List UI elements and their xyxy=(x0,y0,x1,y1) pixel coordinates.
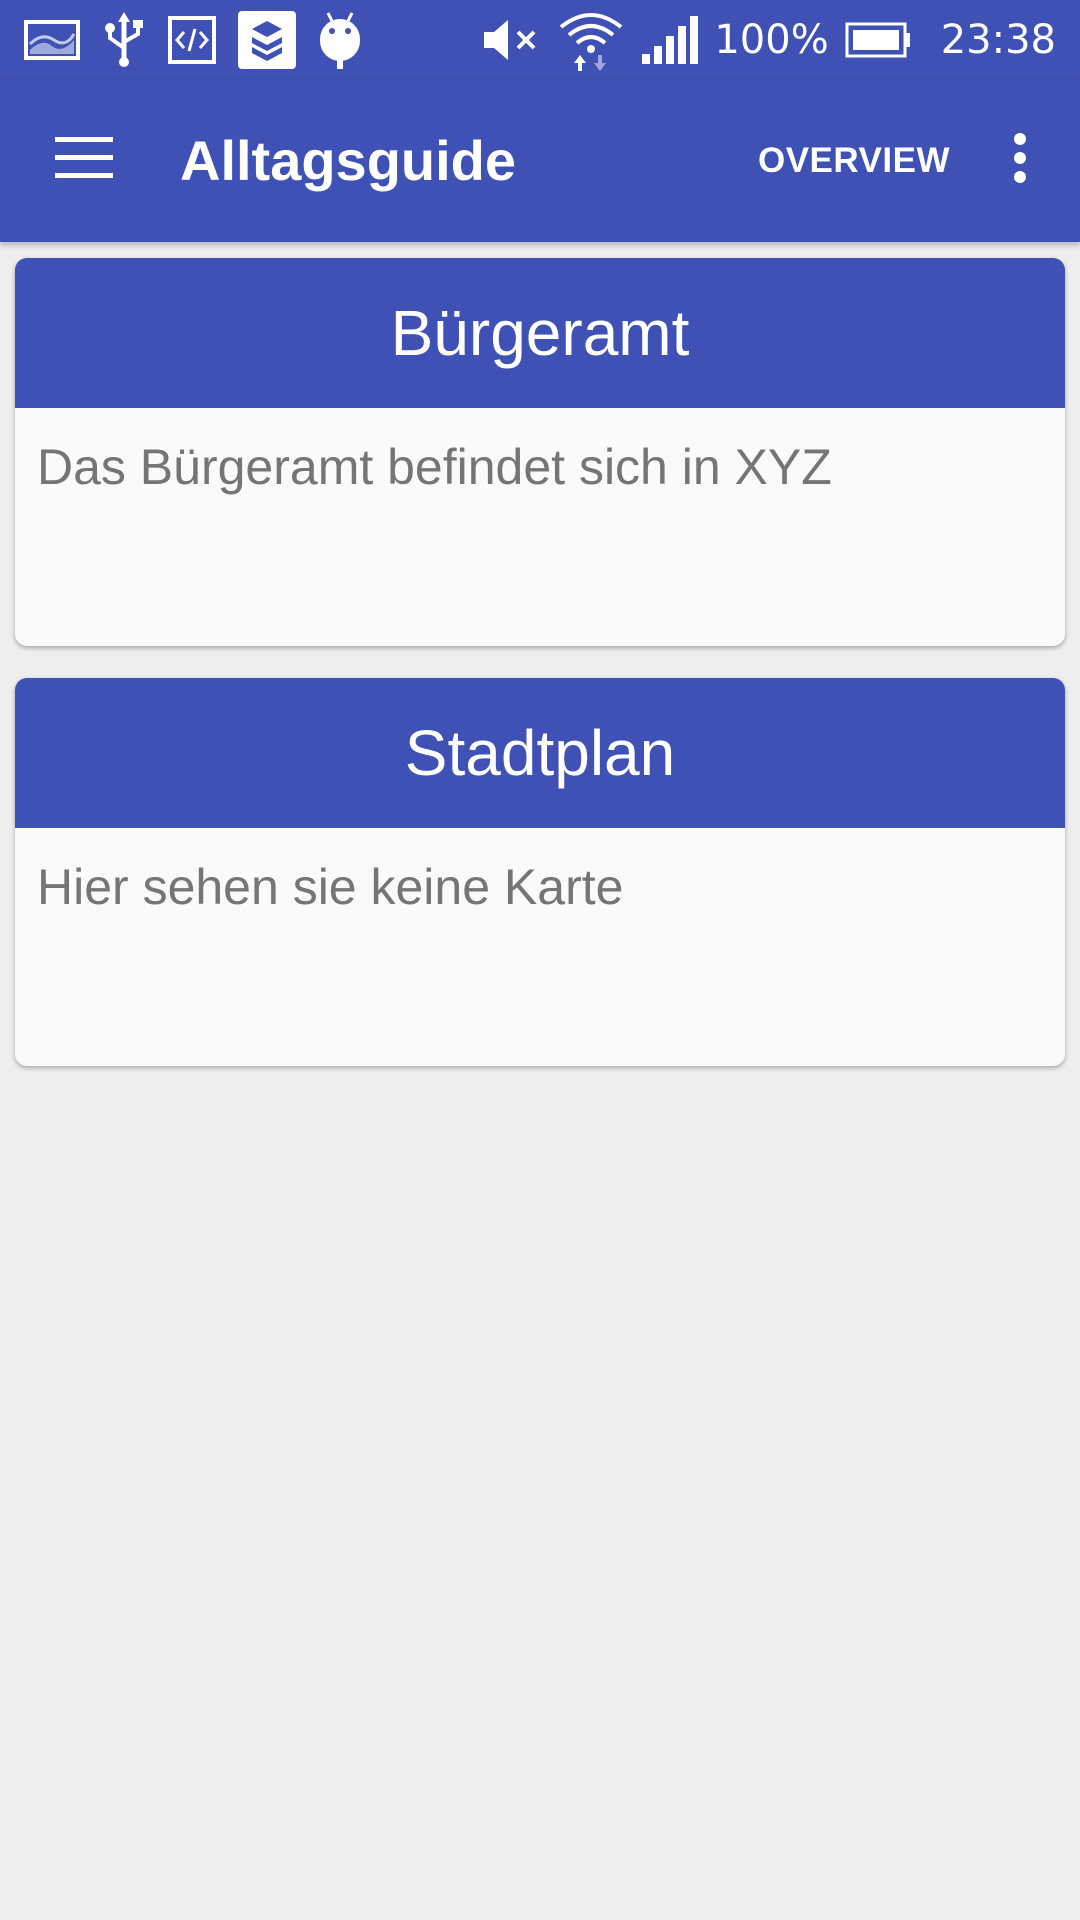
card-body: Das Bürgeramt befindet sich in XYZ xyxy=(15,408,1065,526)
app-bar: Alltagsguide OVERVIEW xyxy=(0,80,1080,242)
app-title: Alltagsguide xyxy=(180,129,517,192)
gallery-icon xyxy=(24,20,80,60)
overview-button[interactable]: OVERVIEW xyxy=(758,138,950,184)
status-bar-right: 100% 23:38 xyxy=(482,9,1056,71)
card-title: Bürgeramt xyxy=(390,297,690,369)
more-vert-icon xyxy=(1013,132,1027,189)
card-text: Das Bürgeramt befindet sich in XYZ xyxy=(37,439,832,495)
card-body: Hier sehen sie keine Karte xyxy=(15,828,1065,946)
app-badge-icon xyxy=(238,11,296,69)
card-header: Bürgeramt xyxy=(15,258,1065,408)
card-title: Stadtplan xyxy=(404,717,676,789)
hamburger-menu-button[interactable] xyxy=(40,120,128,200)
usb-icon xyxy=(102,12,146,68)
wifi-icon xyxy=(558,9,624,71)
hamburger-menu-icon xyxy=(55,136,113,184)
status-bar: 100% 23:38 xyxy=(0,0,1080,80)
card-stadtplan[interactable]: Stadtplan Hier sehen sie keine Karte xyxy=(15,678,1065,1066)
battery-percentage: 100% xyxy=(714,17,829,63)
battery-icon xyxy=(845,22,911,58)
card-text: Hier sehen sie keine Karte xyxy=(37,859,624,915)
card-header: Stadtplan xyxy=(15,678,1065,828)
status-bar-left xyxy=(24,10,362,70)
android-debug-icon xyxy=(318,11,362,69)
signal-icon xyxy=(640,16,699,64)
code-icon xyxy=(168,16,216,64)
card-buergeramt[interactable]: Bürgeramt Das Bürgeramt befindet sich in… xyxy=(15,258,1065,646)
clock: 23:38 xyxy=(940,17,1056,63)
more-options-button[interactable] xyxy=(990,124,1050,196)
mute-icon xyxy=(482,16,542,64)
